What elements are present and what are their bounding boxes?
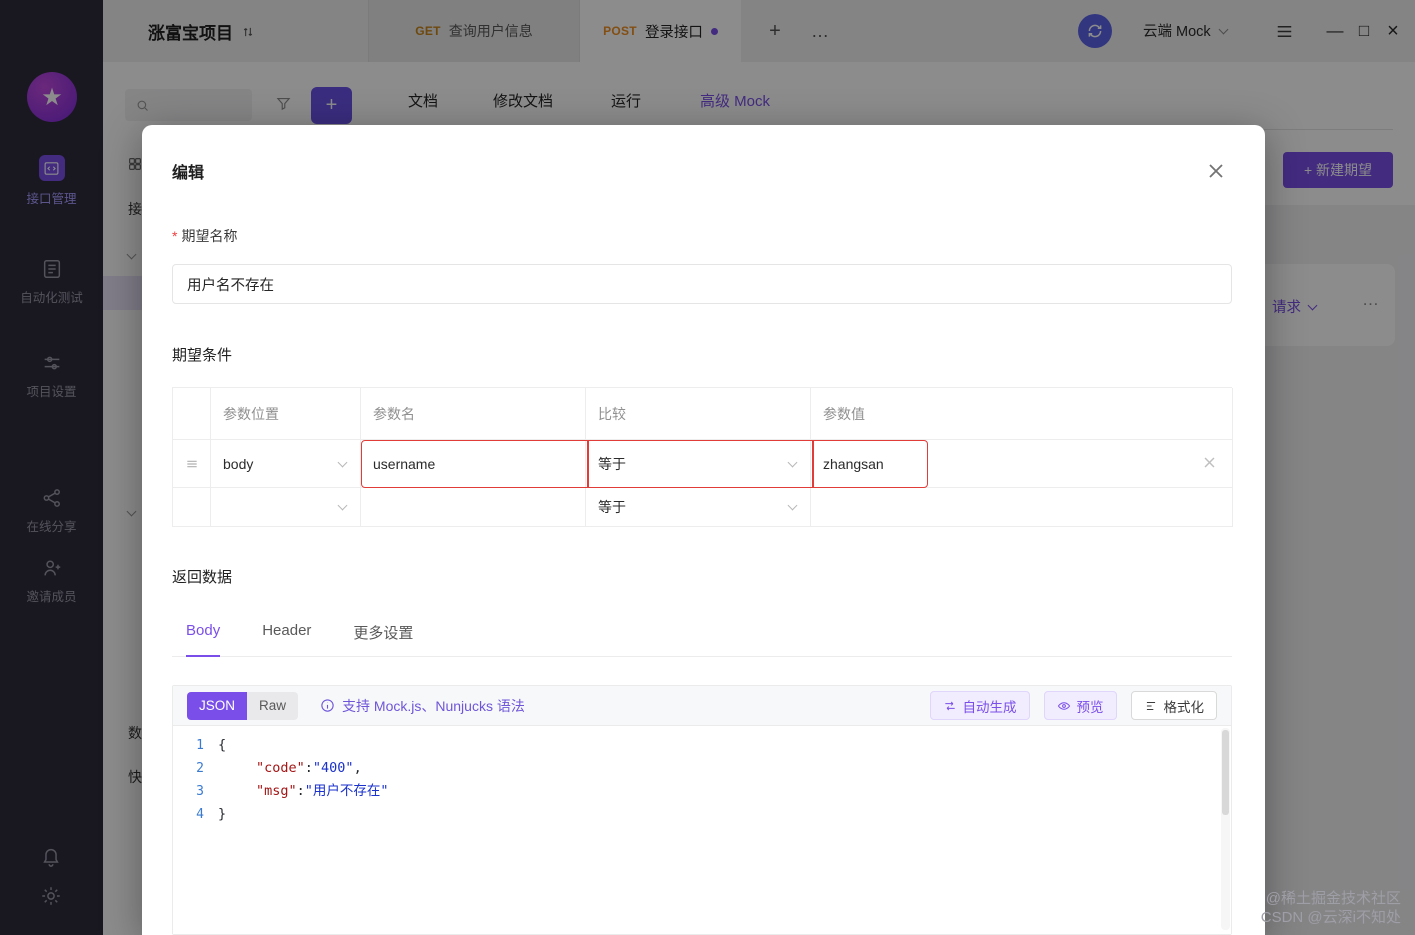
- expectation-name-input[interactable]: [172, 264, 1232, 304]
- mock-body-editor: JSON Raw 支持 Mock.js、Nunjucks 语法 自动生成 预览: [172, 685, 1232, 935]
- auto-generate-button[interactable]: 自动生成: [929, 691, 1030, 720]
- line-number: 3: [196, 784, 204, 799]
- drag-handle[interactable]: [173, 440, 211, 488]
- condition-section-title: 期望条件: [172, 347, 233, 364]
- row-handle-cell: [173, 488, 211, 527]
- expectation-name-label: * 期望名称: [172, 228, 238, 244]
- drag-handle-icon: [186, 460, 197, 467]
- editor-toolbar: JSON Raw 支持 Mock.js、Nunjucks 语法 自动生成 预览: [173, 686, 1231, 726]
- param-name-input[interactable]: [361, 488, 586, 527]
- param-position-select[interactable]: body: [211, 440, 361, 488]
- code-line: 2 "code": "400",: [173, 757, 1231, 780]
- modal-title: 编辑: [172, 165, 205, 182]
- tab-header[interactable]: Header: [262, 622, 311, 656]
- code-area[interactable]: 1 { 2 "code": "400", 3 "msg": "用户不存在" 4 }: [173, 726, 1231, 934]
- param-value-input[interactable]: [811, 488, 1233, 527]
- watermark-line: @稀土掘金技术社区: [1265, 890, 1401, 907]
- chevron-down-icon: [337, 500, 348, 511]
- code-line: 3 "msg": "用户不存在": [173, 780, 1231, 803]
- compare-select[interactable]: 等于: [586, 440, 811, 488]
- return-section-title: 返回数据: [172, 569, 233, 586]
- modal-close-icon[interactable]: [1204, 159, 1228, 183]
- app-window: ★ 接口管理 自动化测试 项目设置 在线分享 邀请成员 涨富宝项目 GET 查询…: [0, 0, 1415, 935]
- header-cell: 参数值: [811, 388, 1233, 440]
- condition-table: 参数位置 参数名 比较 参数值 body username 等于 zhangsa…: [172, 387, 1233, 527]
- preview-button[interactable]: 预览: [1043, 691, 1117, 720]
- chevron-down-icon: [787, 500, 798, 511]
- watermark-line: CSDN @云深i不知处: [1260, 909, 1401, 926]
- param-name-input[interactable]: username: [361, 440, 586, 488]
- chevron-down-icon: [787, 457, 798, 467]
- edit-expectation-modal: 编辑 *期望名称 期望条件 参数位置 参数名 比较 参数值 body usern…: [142, 125, 1265, 935]
- eye-icon: [1057, 701, 1070, 710]
- json-mode-button[interactable]: JSON: [187, 691, 248, 720]
- header-cell: 参数名: [361, 388, 586, 440]
- swap-arrows-icon: [944, 701, 955, 710]
- return-data-tabs: Body Header 更多设置: [172, 622, 1232, 657]
- line-number: 2: [196, 761, 204, 776]
- line-number: 4: [196, 807, 204, 822]
- syntax-hint: 支持 Mock.js、Nunjucks 语法: [320, 696, 525, 716]
- watermark: @稀土掘金技术社区 CSDN @云深i不知处: [1261, 889, 1401, 927]
- format-button[interactable]: 格式化: [1130, 691, 1217, 720]
- scrollbar-thumb[interactable]: [1222, 730, 1229, 815]
- editor-scrollbar[interactable]: [1221, 728, 1230, 930]
- format-icon: [1146, 701, 1155, 710]
- chevron-down-icon: [337, 457, 348, 467]
- param-value-input[interactable]: zhangsan: [811, 440, 1233, 488]
- header-cell-handle: [173, 388, 211, 440]
- required-asterisk: *: [172, 228, 178, 244]
- header-cell: 参数位置: [211, 388, 361, 440]
- code-line: 4 }: [173, 803, 1231, 826]
- line-number: 1: [196, 738, 204, 753]
- header-cell: 比较: [586, 388, 811, 440]
- tab-more-settings[interactable]: 更多设置: [353, 622, 413, 656]
- compare-select[interactable]: 等于: [586, 488, 811, 527]
- raw-mode-button[interactable]: Raw: [247, 691, 299, 720]
- clear-row-icon[interactable]: [1203, 456, 1219, 472]
- param-position-select[interactable]: [211, 488, 361, 527]
- info-icon: [321, 699, 334, 712]
- tab-body[interactable]: Body: [186, 622, 221, 657]
- code-line: 1 {: [173, 734, 1231, 757]
